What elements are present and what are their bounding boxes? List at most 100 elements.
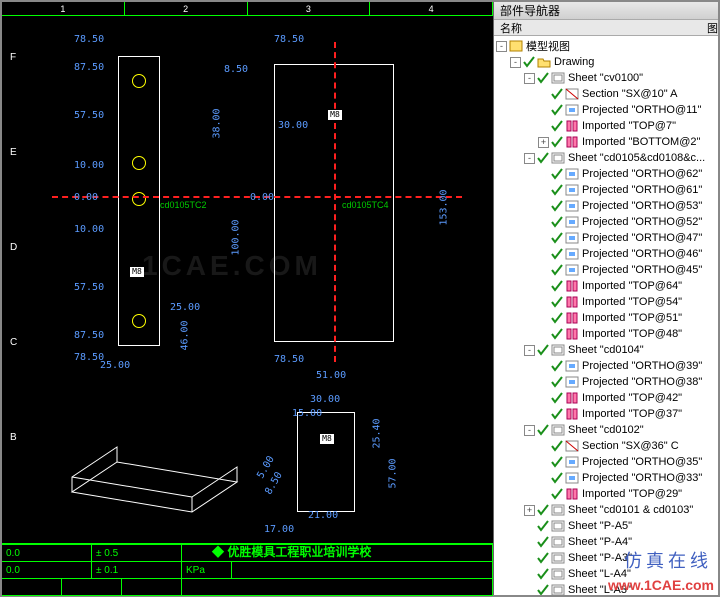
imp-icon	[565, 296, 579, 308]
check-icon[interactable]	[551, 376, 563, 388]
expander-icon[interactable]: -	[510, 57, 521, 68]
check-icon[interactable]	[551, 472, 563, 484]
tree-row[interactable]: -模型视图	[496, 38, 718, 54]
tree-row[interactable]: -Drawing	[496, 54, 718, 70]
dim: 21.00	[308, 510, 338, 521]
tree-row[interactable]: Imported "TOP@64"	[496, 278, 718, 294]
tree-row[interactable]: Imported "TOP@48"	[496, 326, 718, 342]
expander-icon[interactable]: -	[524, 425, 535, 436]
check-icon[interactable]	[551, 360, 563, 372]
tree-label: Section "SX@36" C	[582, 440, 679, 452]
check-icon[interactable]	[551, 168, 563, 180]
check-icon[interactable]	[551, 184, 563, 196]
check-icon[interactable]	[551, 264, 563, 276]
expander-icon[interactable]: +	[524, 505, 535, 516]
check-icon[interactable]	[537, 344, 549, 356]
sheet-icon	[551, 552, 565, 564]
tree[interactable]: -模型视图-Drawing-Sheet "cv0100"Section "SX@…	[494, 36, 718, 595]
tree-row[interactable]: Projected "ORTHO@39"	[496, 358, 718, 374]
sec-icon	[565, 88, 579, 100]
expander-icon[interactable]: +	[538, 137, 549, 148]
tree-label: Imported "TOP@64"	[582, 280, 682, 292]
tree-row[interactable]: Imported "TOP@51"	[496, 310, 718, 326]
tree-row[interactable]: Sheet "P-A5"	[496, 518, 718, 534]
iso-front	[297, 412, 355, 512]
check-icon[interactable]	[537, 584, 549, 595]
check-icon[interactable]	[537, 568, 549, 580]
check-icon[interactable]	[551, 232, 563, 244]
check-icon[interactable]	[551, 120, 563, 132]
m8-label-2: M8	[328, 110, 342, 120]
check-icon[interactable]	[551, 280, 563, 292]
cad-viewport[interactable]: 1234 M8 M8 cd0105TC2 cd0105TC4 78.5087.5…	[2, 2, 494, 595]
expander-icon[interactable]: -	[524, 345, 535, 356]
tree-row[interactable]: Projected "ORTHO@45"	[496, 262, 718, 278]
navigator-panel[interactable]: 部件导航器 名称 图 -模型视图-Drawing-Sheet "cv0100"S…	[494, 2, 718, 595]
check-icon[interactable]	[537, 504, 549, 516]
tree-row[interactable]: - Sheet "cd0104"	[496, 342, 718, 358]
tree-row[interactable]: Section "SX@36" C	[496, 438, 718, 454]
tree-row[interactable]: Projected "ORTHO@33"	[496, 470, 718, 486]
check-icon[interactable]	[551, 456, 563, 468]
tree-row[interactable]: -Sheet "cd0105&cd0108&c...	[496, 150, 718, 166]
check-icon[interactable]	[537, 536, 549, 548]
tree-row[interactable]: Projected "ORTHO@62"	[496, 166, 718, 182]
tree-row[interactable]: Projected "ORTHO@53"	[496, 198, 718, 214]
check-icon[interactable]	[537, 552, 549, 564]
tree-row[interactable]: Projected "ORTHO@52"	[496, 214, 718, 230]
tree-row[interactable]: - Sheet "cv0100"	[496, 70, 718, 86]
dim: 10.00	[74, 160, 104, 171]
tree-label: Imported "TOP@42"	[582, 392, 682, 404]
tree-label: Projected "ORTHO@35"	[582, 456, 702, 468]
tree-row[interactable]: +Sheet "cd0101 & cd0103"	[496, 502, 718, 518]
check-icon[interactable]	[551, 88, 563, 100]
root-icon	[509, 40, 523, 52]
tree-row[interactable]: Projected "ORTHO@46"	[496, 246, 718, 262]
site-url: www.1CAE.com	[608, 577, 714, 593]
sheet-icon	[551, 536, 565, 548]
check-icon[interactable]	[551, 392, 563, 404]
check-icon[interactable]	[551, 248, 563, 260]
check-icon[interactable]	[551, 296, 563, 308]
proj-icon	[565, 184, 579, 196]
tree-row[interactable]: Projected "ORTHO@11"	[496, 102, 718, 118]
check-icon[interactable]	[551, 312, 563, 324]
tree-row[interactable]: Imported "TOP@42"	[496, 390, 718, 406]
expander-icon[interactable]: -	[496, 41, 507, 52]
check-icon[interactable]	[537, 520, 549, 532]
check-icon[interactable]	[551, 440, 563, 452]
expander-icon[interactable]: -	[524, 73, 535, 84]
tree-row[interactable]: Projected "ORTHO@61"	[496, 182, 718, 198]
check-icon[interactable]	[537, 152, 549, 164]
tree-row[interactable]: -Sheet "cd0102"	[496, 422, 718, 438]
m8-iso: M8	[320, 434, 334, 444]
check-icon[interactable]	[551, 104, 563, 116]
grid-row-label: B	[10, 432, 17, 443]
tree-row[interactable]: + Imported "BOTTOM@2"	[496, 134, 718, 150]
check-icon[interactable]	[537, 72, 549, 84]
tree-row[interactable]: Imported "TOP@54"	[496, 294, 718, 310]
hole	[132, 314, 146, 328]
tree-label: Imported "TOP@51"	[582, 312, 682, 324]
check-icon[interactable]	[551, 216, 563, 228]
check-icon[interactable]	[551, 328, 563, 340]
tree-label: Projected "ORTHO@39"	[582, 360, 702, 372]
tag-2: cd0105TC4	[342, 200, 389, 210]
tree-row[interactable]: Projected "ORTHO@47"	[496, 230, 718, 246]
check-icon[interactable]	[551, 200, 563, 212]
check-icon[interactable]	[551, 408, 563, 420]
check-icon[interactable]	[551, 136, 563, 148]
check-icon[interactable]	[551, 488, 563, 500]
tree-row[interactable]: Imported "TOP@7"	[496, 118, 718, 134]
tree-label: Sheet "cv0100"	[568, 72, 643, 84]
tree-row[interactable]: Section "SX@10" A	[496, 86, 718, 102]
tree-row[interactable]: Imported "TOP@29"	[496, 486, 718, 502]
tree-row[interactable]: Imported "TOP@37"	[496, 406, 718, 422]
tree-row[interactable]: Projected "ORTHO@38"	[496, 374, 718, 390]
tree-label: Imported "BOTTOM@2"	[582, 136, 700, 148]
check-icon[interactable]	[537, 424, 549, 436]
check-icon[interactable]	[523, 56, 535, 68]
tree-row[interactable]: Projected "ORTHO@35"	[496, 454, 718, 470]
tree-label: Sheet "cd0104"	[568, 344, 644, 356]
expander-icon[interactable]: -	[524, 153, 535, 164]
